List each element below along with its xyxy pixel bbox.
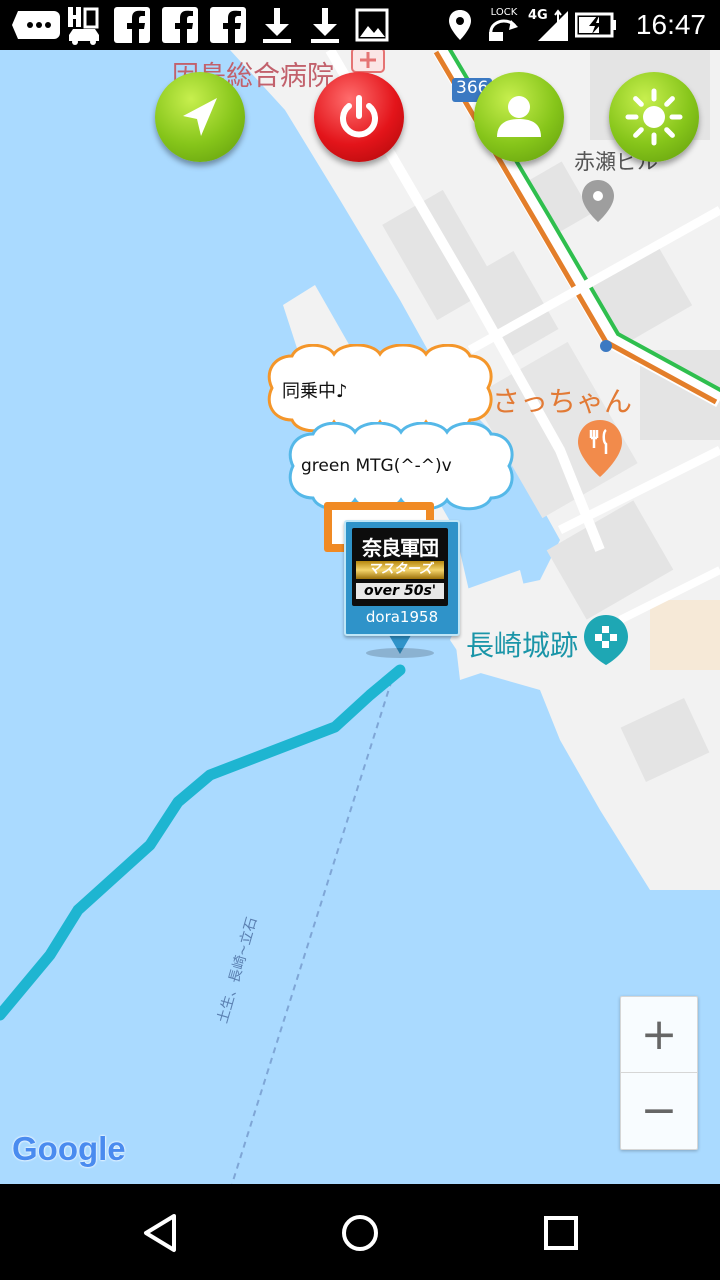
- home-icon: [342, 1215, 378, 1251]
- power-button[interactable]: [314, 72, 404, 162]
- person-icon: [497, 96, 541, 137]
- castle-label: 長崎城跡: [466, 629, 579, 662]
- user-marker[interactable]: 奈良軍団 マスターズ over 50s' dora1958: [344, 520, 460, 636]
- power-icon: [340, 95, 378, 138]
- image-icon: [354, 8, 390, 42]
- brightness-button[interactable]: [609, 72, 699, 162]
- navigation-bar: [0, 1184, 720, 1280]
- message-bubble: green MTG(^-^)v: [283, 421, 519, 512]
- status-bubble: 同乗中♪: [262, 343, 498, 433]
- map-view[interactable]: 因島総合病院 366 赤瀬ビル さっちゃん 長崎城跡 土生、長崎~立石 同乗中♪…: [0, 50, 720, 1184]
- status-bar: LOCK 4G 16:47: [0, 0, 720, 50]
- network-label: 4G: [528, 8, 548, 23]
- download-icon: [306, 8, 344, 43]
- battery-charging-icon: [574, 8, 618, 42]
- home-button[interactable]: [330, 1204, 390, 1264]
- status-bubble-text: 同乗中♪: [282, 381, 348, 402]
- zoom-in-button[interactable]: +: [621, 997, 697, 1073]
- sun-icon: [625, 88, 683, 146]
- navigation-arrow-icon: [183, 98, 217, 136]
- restaurant-label: さっちゃん: [492, 385, 633, 418]
- facebook-icon: [112, 7, 152, 43]
- chat-bubble-icon: [10, 8, 62, 42]
- zoom-out-button[interactable]: −: [621, 1073, 697, 1148]
- carrier-icon: [64, 7, 104, 45]
- badge-line-2: マスターズ: [356, 561, 444, 579]
- back-icon: [144, 1214, 176, 1252]
- rotation-lock-icon: LOCK: [484, 8, 524, 42]
- recents-button[interactable]: [530, 1204, 590, 1264]
- lock-label: LOCK: [490, 7, 518, 18]
- user-badge: 奈良軍団 マスターズ over 50s': [352, 528, 448, 606]
- badge-line-3: over 50s': [356, 583, 444, 599]
- facebook-icon: [160, 7, 200, 43]
- recents-icon: [544, 1216, 578, 1250]
- zoom-controls: + −: [620, 996, 698, 1150]
- navigate-button[interactable]: [155, 72, 245, 162]
- facebook-icon: [208, 7, 248, 43]
- location-icon: [446, 8, 474, 42]
- clock: 16:47: [635, 9, 706, 40]
- badge-line-1: 奈良軍団: [362, 536, 439, 560]
- profile-button[interactable]: [474, 72, 564, 162]
- marker-username: dora1958: [365, 608, 439, 626]
- message-bubble-text: green MTG(^-^)v: [301, 456, 452, 476]
- back-button[interactable]: [130, 1208, 190, 1258]
- google-logo: Google: [12, 1130, 126, 1167]
- download-icon: [258, 8, 296, 43]
- signal-icon: 4G: [528, 8, 570, 42]
